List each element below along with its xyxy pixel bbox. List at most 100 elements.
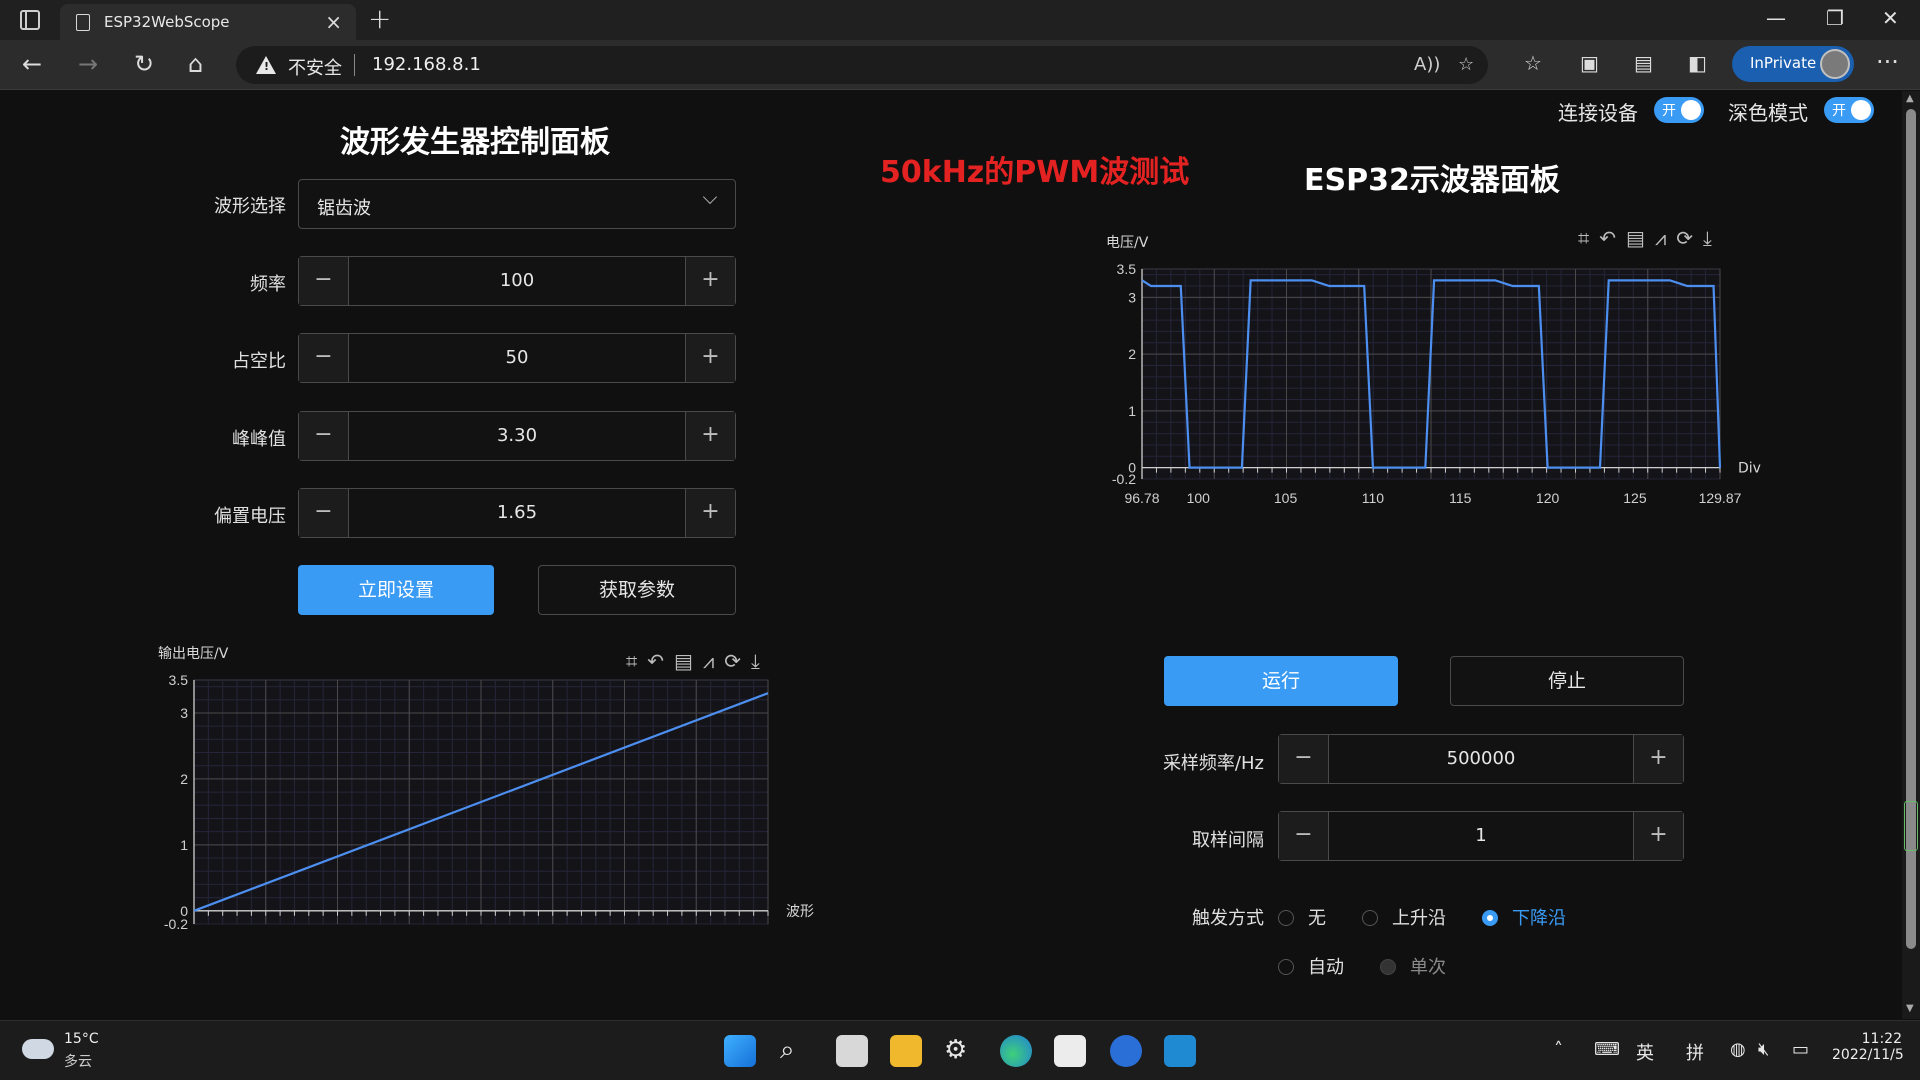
trigger-falling-radio[interactable]: 下降沿	[1482, 904, 1566, 930]
sample-rate-stepper[interactable]: − 500000 +	[1278, 734, 1684, 784]
url-text[interactable]: 192.168.8.1	[372, 54, 481, 75]
sample-rate-increment-button[interactable]: +	[1633, 735, 1683, 783]
fetch-params-button[interactable]: 获取参数	[538, 565, 736, 615]
firefox-icon[interactable]	[1110, 1035, 1142, 1067]
weather-description[interactable]: 多云	[64, 1051, 92, 1071]
scroll-up-icon[interactable]: ▲	[1906, 93, 1914, 104]
duty-input[interactable]: 50	[349, 347, 685, 368]
x-tick-label: 129.87	[1699, 490, 1742, 506]
test-annotation: 50kHz的PWM波测试	[880, 155, 1190, 190]
frequency-stepper[interactable]: − 100 +	[298, 256, 736, 306]
scope-panel-title: ESP32示波器面板	[1304, 163, 1560, 198]
close-tab-icon[interactable]: ×	[325, 10, 342, 34]
vscode-icon[interactable]	[1164, 1035, 1196, 1067]
trigger-label: 触发方式	[1192, 908, 1264, 929]
file-explorer-icon[interactable]	[890, 1035, 922, 1067]
forward-button[interactable]: →	[78, 50, 98, 78]
scroll-down-icon[interactable]: ▼	[1906, 1003, 1914, 1014]
home-button[interactable]: ⌂	[188, 50, 203, 78]
address-divider	[354, 54, 355, 76]
page-scrollbar[interactable]: ▲ ▼	[1902, 91, 1920, 1019]
read-aloud-icon[interactable]: A))	[1414, 54, 1440, 75]
search-icon[interactable]: ⌕	[780, 1035, 795, 1066]
security-warning[interactable]: 不安全	[288, 54, 342, 80]
address-bar[interactable]: 不安全 192.168.8.1 A)) ☆	[236, 46, 1488, 84]
warning-icon[interactable]	[256, 56, 276, 74]
inprivate-label: InPrivate	[1750, 54, 1817, 72]
connect-device-switch[interactable]: 开	[1654, 97, 1704, 123]
ime-mode[interactable]: 拼	[1686, 1039, 1704, 1065]
apply-button[interactable]: 立即设置	[298, 565, 494, 615]
generator-chart[interactable]: 3.53210-0.2输出电压/V波形	[140, 644, 820, 934]
sample-rate-input[interactable]: 500000	[1329, 748, 1633, 769]
trigger-rising-radio[interactable]: 上升沿	[1362, 904, 1446, 930]
interval-increment-button[interactable]: +	[1633, 812, 1683, 860]
weather-temperature[interactable]: 15°C	[64, 1031, 99, 1047]
task-view-icon[interactable]	[836, 1035, 868, 1067]
y-tick-label: 2	[180, 771, 188, 787]
keyboard-icon[interactable]: ⌨	[1594, 1039, 1620, 1060]
sample-rate-decrement-button[interactable]: −	[1279, 735, 1329, 783]
trigger-single-radio[interactable]: 单次	[1380, 953, 1446, 979]
trigger-rising-label: 上升沿	[1392, 908, 1446, 929]
network-icon[interactable]: ◍	[1730, 1039, 1746, 1060]
peak-increment-button[interactable]: +	[685, 412, 735, 460]
tab-actions-icon[interactable]	[20, 10, 40, 30]
interval-label: 取样间隔	[1192, 830, 1264, 851]
show-hidden-icons[interactable]: ˄	[1554, 1039, 1563, 1060]
scope-chart[interactable]: 3.53210-0.296.78 100 105 110 115 120 125 129.87…	[1100, 221, 1800, 531]
x-axis-label: Div	[1738, 461, 1761, 477]
frequency-input[interactable]: 100	[349, 270, 685, 291]
refresh-button[interactable]: ↻	[134, 50, 154, 78]
offset-stepper[interactable]: − 1.65 +	[298, 488, 736, 538]
collections-icon[interactable]: ▣	[1580, 51, 1599, 75]
interval-decrement-button[interactable]: −	[1279, 812, 1329, 860]
store-icon[interactable]	[1054, 1035, 1086, 1067]
close-window-button[interactable]: ✕	[1882, 6, 1899, 30]
interval-stepper[interactable]: − 1 +	[1278, 811, 1684, 861]
offset-input[interactable]: 1.65	[349, 502, 685, 523]
stop-button[interactable]: 停止	[1450, 656, 1684, 706]
radio-dot	[1482, 910, 1498, 926]
trigger-none-radio[interactable]: 无	[1278, 904, 1326, 930]
duty-stepper[interactable]: − 50 +	[298, 333, 736, 383]
peak-stepper[interactable]: − 3.30 +	[298, 411, 736, 461]
run-button[interactable]: 运行	[1164, 656, 1398, 706]
start-icon[interactable]	[724, 1035, 756, 1067]
waveform-label: 波形选择	[214, 196, 286, 217]
trigger-auto-radio[interactable]: 自动	[1278, 953, 1344, 979]
more-menu-icon[interactable]: ···	[1876, 48, 1899, 76]
minimize-button[interactable]: —	[1766, 6, 1786, 30]
battery-icon[interactable]: ▭	[1792, 1039, 1809, 1060]
new-tab-button[interactable]: +	[368, 2, 391, 35]
back-button[interactable]: ←	[22, 50, 42, 78]
math-solver-icon[interactable]: ▤	[1634, 51, 1653, 75]
inprivate-button[interactable]: InPrivate	[1732, 46, 1854, 82]
connect-switch-text: 开	[1662, 103, 1676, 119]
tab-esp32webscope[interactable]: ESP32WebScope ×	[60, 4, 356, 40]
cloud-icon[interactable]	[22, 1039, 54, 1059]
duty-decrement-button[interactable]: −	[299, 334, 349, 382]
interval-input[interactable]: 1	[1329, 825, 1633, 846]
peak-decrement-button[interactable]: −	[299, 412, 349, 460]
volume-muted-icon[interactable]: 🔇︎	[1758, 1039, 1769, 1060]
ime-language[interactable]: 英	[1636, 1039, 1654, 1065]
settings-icon[interactable]: ⚙	[944, 1035, 967, 1065]
peak-input[interactable]: 3.30	[349, 425, 685, 446]
y-tick-label: -0.2	[164, 916, 188, 932]
clock[interactable]: 11:22 2022/11/5	[1832, 1031, 1904, 1063]
dark-mode-switch[interactable]: 开	[1824, 97, 1874, 123]
edge-icon[interactable]	[1000, 1035, 1032, 1067]
x-tick-label: 105	[1274, 490, 1298, 506]
add-favorite-icon[interactable]: ☆	[1458, 54, 1474, 75]
offset-increment-button[interactable]: +	[685, 489, 735, 537]
frequency-increment-button[interactable]: +	[685, 257, 735, 305]
edge-bar-icon[interactable]: ◧	[1688, 51, 1707, 75]
x-tick-label: 110	[1362, 490, 1385, 506]
favorites-icon[interactable]: ☆	[1524, 51, 1542, 75]
restore-button[interactable]: ❐	[1826, 6, 1844, 30]
duty-increment-button[interactable]: +	[685, 334, 735, 382]
offset-decrement-button[interactable]: −	[299, 489, 349, 537]
waveform-select[interactable]: 锯齿波	[298, 179, 736, 229]
frequency-decrement-button[interactable]: −	[299, 257, 349, 305]
